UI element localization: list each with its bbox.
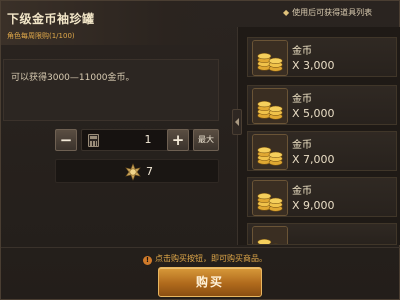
- buy-button[interactable]: 购买: [158, 267, 262, 297]
- reward-item: 金币 X 5,000: [247, 85, 397, 125]
- purchase-limit: 角色每周限购(1/100): [7, 32, 75, 40]
- reward-list-hint-text: 使用后可获得道具列表: [292, 8, 373, 17]
- shop-panel: 下级金币袖珍罐 角色每周限购(1/100) ◆ 使用后可获得道具列表 可以获得30…: [0, 0, 400, 300]
- reward-name: 金币: [292, 94, 312, 105]
- reward-name: 金币: [292, 186, 312, 197]
- item-title: 下级金币袖珍罐: [7, 12, 95, 26]
- reward-amount: X 3,000: [292, 59, 335, 72]
- gold-coin-stack-icon: [252, 134, 288, 170]
- price-value: 7: [146, 165, 153, 178]
- reward-item: 金币 X 3,000: [247, 37, 397, 77]
- reward-item: 金币 X 7,000: [247, 131, 397, 171]
- reward-amount: X 5,000: [292, 107, 335, 120]
- description-text: 可以获得3000—11000金币。: [11, 73, 135, 83]
- diamond-icon: ◆: [283, 8, 290, 17]
- reward-item: 金币 X 9,000: [247, 177, 397, 217]
- reward-list-hint: ◆ 使用后可获得道具列表: [283, 7, 372, 18]
- collapse-arrow-icon[interactable]: [232, 109, 242, 135]
- purchase-hint-text: 点击购买按钮，即可购买商品。: [155, 254, 267, 263]
- max-button[interactable]: 最大: [193, 129, 219, 151]
- reward-amount: X 7,000: [292, 153, 335, 166]
- reward-item-partial: [247, 223, 397, 245]
- reward-name: 金币: [292, 140, 312, 151]
- reward-name: 金币: [292, 46, 312, 57]
- gold-coin-stack-icon: [252, 88, 288, 124]
- item-header: 下级金币袖珍罐 角色每周限购(1/100): [1, 1, 237, 45]
- warning-icon: !: [143, 256, 152, 265]
- purchase-hint: ! 点击购买按钮，即可购买商品。: [143, 253, 267, 265]
- description-box: 可以获得3000—11000金币。: [3, 59, 219, 121]
- gold-medal-icon: [125, 163, 141, 181]
- gold-coin-stack-icon: [252, 40, 288, 76]
- reward-amount: X 9,000: [292, 199, 335, 212]
- footer-divider: [1, 247, 400, 248]
- decrease-button[interactable]: −: [55, 129, 77, 151]
- gold-coin-stack-icon: [252, 180, 288, 216]
- gold-coin-stack-icon: [252, 226, 288, 244]
- increase-button[interactable]: +: [167, 129, 189, 151]
- price-display: 7: [55, 159, 219, 183]
